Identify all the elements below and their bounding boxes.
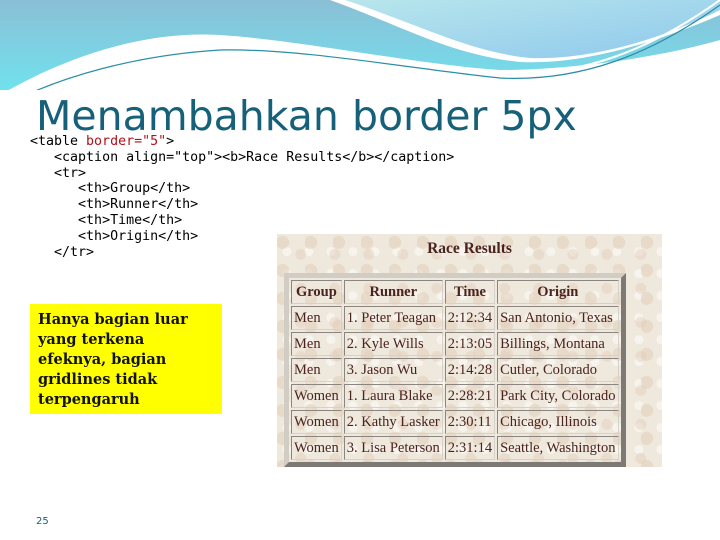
cell-origin: Park City, Colorado (497, 384, 619, 408)
code-line: <th>Origin</th> (78, 228, 199, 244)
column-header-time: Time (444, 280, 496, 304)
code-line: </tr> (54, 244, 95, 260)
table-row: Men 1. Peter Teagan 2:12:34 San Antonio,… (291, 306, 619, 330)
html-code-snippet: <table border="5"> <caption align="top">… (30, 134, 454, 264)
cell-runner: 2. Kathy Lasker (343, 410, 443, 434)
cell-group: Men (291, 332, 342, 356)
cell-time: 2:30:11 (444, 410, 496, 434)
table-row: Women 1. Laura Blake 2:28:21 Park City, … (291, 384, 619, 408)
cell-group: Men (291, 358, 342, 382)
table-header-row: Group Runner Time Origin (291, 280, 619, 304)
cell-group: Men (291, 306, 342, 330)
cell-time: 2:12:34 (444, 306, 496, 330)
explanation-note: Hanya bagian luar yang terkena efeknya, … (30, 304, 222, 414)
cell-runner: 3. Jason Wu (343, 358, 443, 382)
cell-time: 2:13:05 (444, 332, 496, 356)
header-wave-decoration (0, 0, 720, 90)
table-row: Women 3. Lisa Peterson 2:31:14 Seattle, … (291, 436, 619, 460)
table-row: Men 2. Kyle Wills 2:13:05 Billings, Mont… (291, 332, 619, 356)
code-line: <caption align="top"><b>Race Results</b>… (54, 149, 455, 165)
column-header-group: Group (291, 280, 342, 304)
cell-origin: Chicago, Illinois (497, 410, 619, 434)
column-header-runner: Runner (343, 280, 443, 304)
rendered-table-preview: Race Results Group Runner Time Origin Me… (277, 234, 662, 467)
code-line: <tr> (54, 165, 87, 181)
table-row: Women 2. Kathy Lasker 2:30:11 Chicago, I… (291, 410, 619, 434)
race-results-table: Group Runner Time Origin Men 1. Peter Te… (284, 273, 626, 467)
cell-time: 2:31:14 (444, 436, 496, 460)
page-number: 25 (36, 516, 49, 527)
cell-runner: 1. Laura Blake (343, 384, 443, 408)
cell-origin: Billings, Montana (497, 332, 619, 356)
column-header-origin: Origin (497, 280, 619, 304)
cell-time: 2:28:21 (444, 384, 496, 408)
code-attribute: border="5" (86, 134, 167, 149)
cell-runner: 2. Kyle Wills (343, 332, 443, 356)
cell-runner: 1. Peter Teagan (343, 306, 443, 330)
table-caption: Race Results (427, 240, 512, 257)
code-line: <table border="5"> (30, 134, 175, 149)
code-line: <th>Runner</th> (78, 197, 199, 213)
cell-time: 2:14:28 (444, 358, 496, 382)
slide-title: Menambahkan border 5px (36, 92, 577, 140)
table-row: Men 3. Jason Wu 2:14:28 Cutler, Colorado (291, 358, 619, 382)
cell-origin: Seattle, Washington (497, 436, 619, 460)
cell-group: Women (291, 384, 342, 408)
cell-group: Women (291, 436, 342, 460)
code-line: <th>Time</th> (78, 212, 183, 228)
cell-origin: Cutler, Colorado (497, 358, 619, 382)
cell-group: Women (291, 410, 342, 434)
code-line: <th>Group</th> (78, 181, 191, 197)
cell-origin: San Antonio, Texas (497, 306, 619, 330)
cell-runner: 3. Lisa Peterson (343, 436, 443, 460)
